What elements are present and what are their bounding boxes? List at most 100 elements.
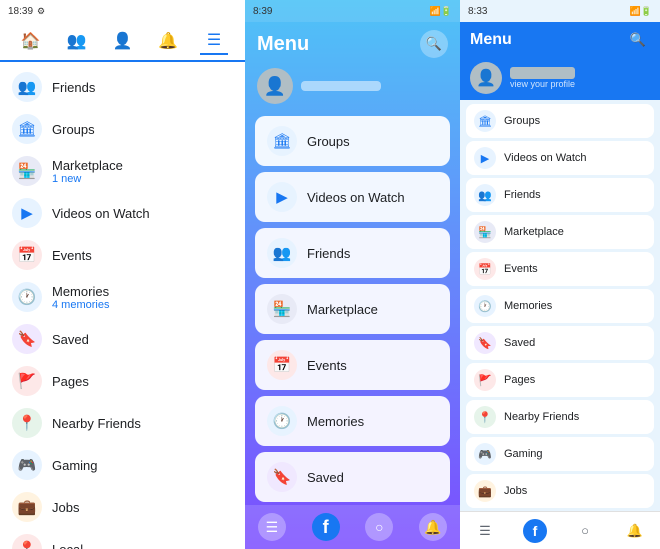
profile-section-middle[interactable]: 👤 [245, 62, 460, 112]
menu-item-saved[interactable]: 🔖 Saved [255, 452, 450, 502]
groups-text: Groups [52, 122, 233, 137]
groups-icon-mid: 🏛 [267, 126, 297, 156]
menu-item-marketplace[interactable]: 🏪 Marketplace [255, 284, 450, 334]
saved-label-mid: Saved [307, 470, 344, 485]
profile-name-right: ████ ████ [510, 67, 575, 79]
local-icon: 📍 [12, 534, 42, 549]
jobs-text: Jobs [52, 500, 233, 515]
videos-label: Videos on Watch [52, 206, 233, 221]
bottom-bell-icon[interactable]: 🔔 [419, 513, 447, 541]
menu-item-marketplace-right[interactable]: 🏪 Marketplace [466, 215, 654, 249]
sidebar-item-events[interactable]: 📅 Events [0, 234, 245, 276]
bottom-facebook-icon-right[interactable]: f [523, 519, 547, 543]
menu-item-events[interactable]: 📅 Events [255, 340, 450, 390]
profile-name-middle [301, 81, 381, 91]
menu-item-saved-right[interactable]: 🔖 Saved [466, 326, 654, 360]
menu-item-pages-right[interactable]: 🚩 Pages [466, 363, 654, 397]
nearby-text: Nearby Friends [52, 416, 233, 431]
avatar-middle: 👤 [257, 68, 293, 104]
memories-icon: 🕐 [12, 282, 42, 312]
menu-item-nearby-right[interactable]: 📍 Nearby Friends [466, 400, 654, 434]
nav-menu-icon[interactable]: ☰ [200, 27, 228, 55]
sidebar-item-pages[interactable]: 🚩 Pages [0, 360, 245, 402]
marketplace-icon: 🏪 [12, 156, 42, 186]
menu-item-videos-right[interactable]: ▶ Videos on Watch [466, 141, 654, 175]
saved-icon-right: 🔖 [474, 332, 496, 354]
gaming-icon: 🎮 [12, 450, 42, 480]
profile-section-right[interactable]: 👤 ████ ████ view your profile [460, 56, 660, 100]
sidebar-item-nearby-friends[interactable]: 📍 Nearby Friends [0, 402, 245, 444]
bottom-facebook-icon[interactable]: f [312, 513, 340, 541]
sidebar-item-groups[interactable]: 🏛 Groups [0, 108, 245, 150]
pages-label-right: Pages [504, 374, 535, 386]
sidebar-item-memories[interactable]: 🕐 Memories 4 memories [0, 276, 245, 318]
friends-label-right: Friends [504, 189, 541, 201]
bottom-home-icon[interactable]: ○ [365, 513, 393, 541]
memories-label: Memories [52, 284, 233, 299]
sidebar-item-saved[interactable]: 🔖 Saved [0, 318, 245, 360]
nav-profile-icon[interactable]: 👤 [108, 27, 136, 55]
bottom-bell-icon-right[interactable]: 🔔 [623, 519, 647, 543]
sidebar-item-gaming[interactable]: 🎮 Gaming [0, 444, 245, 486]
bottom-nav-right: ☰ f ○ 🔔 [460, 511, 660, 549]
sidebar-item-local[interactable]: 📍 Local [0, 528, 245, 549]
marketplace-label-mid: Marketplace [307, 302, 378, 317]
jobs-label: Jobs [52, 500, 233, 515]
status-time-left: 18:39 [8, 6, 33, 17]
menu-item-memories-right[interactable]: 🕐 Memories [466, 289, 654, 323]
saved-icon: 🔖 [12, 324, 42, 354]
menu-item-groups-right[interactable]: 🏛 Groups [466, 104, 654, 138]
menu-item-memories[interactable]: 🕐 Memories [255, 396, 450, 446]
memories-sub: 4 memories [52, 299, 233, 311]
videos-label-right: Videos on Watch [504, 152, 587, 164]
videos-label-mid: Videos on Watch [307, 190, 405, 205]
marketplace-sub: 1 new [52, 173, 233, 185]
sidebar-item-marketplace[interactable]: 🏪 Marketplace 1 new [0, 150, 245, 192]
name-blurred-middle [301, 81, 381, 91]
menu-item-events-right[interactable]: 📅 Events [466, 252, 654, 286]
friends-icon-right: 👥 [474, 184, 496, 206]
menu-item-gaming-right[interactable]: 🎮 Gaming [466, 437, 654, 471]
nearby-icon-right: 📍 [474, 406, 496, 428]
events-label-mid: Events [307, 358, 347, 373]
friends-text: Friends [52, 80, 233, 95]
jobs-icon: 💼 [12, 492, 42, 522]
bottom-home-icon-right[interactable]: ○ [573, 519, 597, 543]
marketplace-icon-right: 🏪 [474, 221, 496, 243]
groups-icon: 🏛 [12, 114, 42, 144]
status-icons-middle: 📶🔋 [430, 6, 452, 17]
gaming-label: Gaming [52, 458, 233, 473]
friends-label-mid: Friends [307, 246, 350, 261]
events-label: Events [52, 248, 233, 263]
friends-icon-mid: 👥 [267, 238, 297, 268]
videos-icon-mid: ▶ [267, 182, 297, 212]
menu-item-jobs-right[interactable]: 💼 Jobs [466, 474, 654, 508]
groups-label-right: Groups [504, 115, 540, 127]
nav-friends-icon[interactable]: 👥 [63, 27, 91, 55]
search-button-right[interactable]: 🔍 [626, 28, 650, 52]
jobs-icon-right: 💼 [474, 480, 496, 502]
status-time-middle: 8:39 [253, 6, 272, 17]
menu-item-friends-right[interactable]: 👥 Friends [466, 178, 654, 212]
menu-item-groups[interactable]: 🏛 Groups [255, 116, 450, 166]
search-button-middle[interactable]: 🔍 [420, 30, 448, 58]
marketplace-label-right: Marketplace [504, 226, 564, 238]
groups-label: Groups [52, 122, 233, 137]
menu-item-videos-on-watch[interactable]: ▶ Videos on Watch [255, 172, 450, 222]
events-icon: 📅 [12, 240, 42, 270]
menu-header-middle: Menu 🔍 [245, 22, 460, 62]
menu-list-right: 🏛 Groups ▶ Videos on Watch 👥 Friends 🏪 M… [460, 100, 660, 511]
sidebar-item-friends[interactable]: 👥 Friends [0, 66, 245, 108]
gaming-icon-right: 🎮 [474, 443, 496, 465]
view-profile-link[interactable]: view your profile [510, 79, 575, 89]
bottom-menu-icon[interactable]: ☰ [258, 513, 286, 541]
events-icon-right: 📅 [474, 258, 496, 280]
saved-icon-mid: 🔖 [267, 462, 297, 492]
menu-list-left: 👥 Friends 🏛 Groups 🏪 Marketplace 1 new ▶… [0, 62, 245, 549]
bottom-menu-icon-right[interactable]: ☰ [473, 519, 497, 543]
nav-bell-icon[interactable]: 🔔 [154, 27, 182, 55]
sidebar-item-videos-on-watch[interactable]: ▶ Videos on Watch [0, 192, 245, 234]
sidebar-item-jobs[interactable]: 💼 Jobs [0, 486, 245, 528]
nav-home-icon[interactable]: 🏠 [17, 27, 45, 55]
menu-item-friends[interactable]: 👥 Friends [255, 228, 450, 278]
